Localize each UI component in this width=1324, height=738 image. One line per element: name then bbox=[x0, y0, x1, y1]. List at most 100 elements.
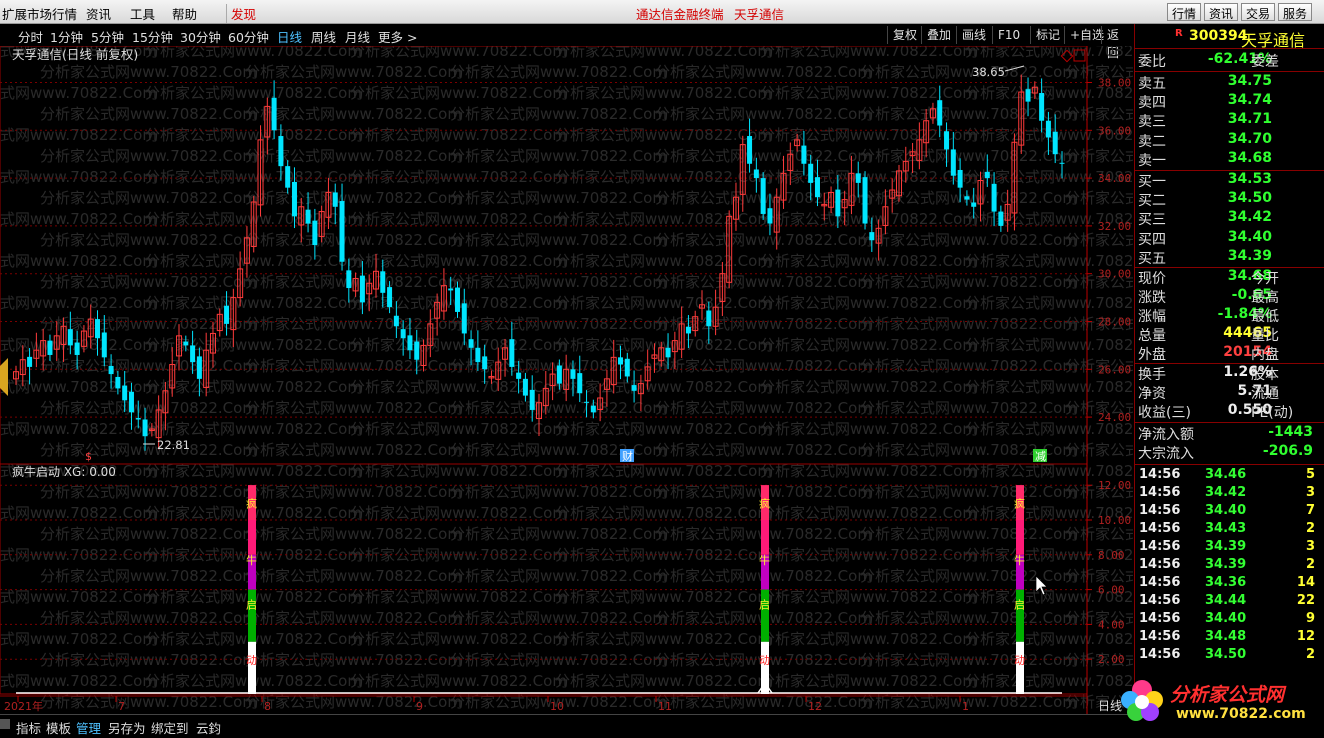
tab-cloud[interactable]: 云鈞 bbox=[196, 718, 221, 737]
flow-value: -206.9 bbox=[1262, 443, 1313, 459]
watermark-text: 分析家公式网www.70822.Com bbox=[450, 315, 667, 333]
tick-volume: 7 bbox=[1305, 503, 1315, 518]
signal-char: 牛 bbox=[1014, 553, 1025, 567]
watermark-text: 分析家公式网www.70822.Com bbox=[655, 273, 872, 291]
tick-time: 14:56 bbox=[1139, 593, 1181, 608]
tick-price: 34.50 bbox=[1205, 647, 1247, 662]
tick-volume: 5 bbox=[1305, 467, 1315, 482]
stat-row: 现价 34.68 今开 bbox=[1135, 268, 1319, 287]
chart-area[interactable]: 分析家公式网www.70822.Com 分析家公式网www.70822.Com 分析… bbox=[0, 46, 1133, 714]
candle-body-down bbox=[747, 136, 753, 164]
period-30min[interactable]: 30分钟 bbox=[180, 27, 221, 46]
candle-body-down bbox=[522, 378, 528, 396]
trade-button[interactable]: 交易 bbox=[1241, 3, 1276, 21]
period-5min[interactable]: 5分钟 bbox=[91, 27, 124, 46]
ask-level-2-value: 34.70 bbox=[1227, 130, 1272, 147]
mark-button[interactable]: 标记 bbox=[1030, 26, 1065, 44]
time-label: 10 bbox=[550, 700, 564, 713]
watermark-text: 分析家公式网www.70822.Com bbox=[350, 210, 567, 228]
menu-help[interactable]: 帮助 bbox=[172, 4, 197, 23]
y-tick-label: 24.00 bbox=[1098, 411, 1131, 424]
menu-discover[interactable]: 发现 bbox=[226, 4, 256, 23]
watermark-text: 分析家公式网www.70822.Com bbox=[245, 231, 462, 249]
tick-row: 14:56 34.43 2 bbox=[1135, 521, 1319, 539]
candle-body-down bbox=[190, 345, 196, 363]
tab-indicator[interactable]: 指标 bbox=[16, 718, 41, 737]
back-button[interactable]: 返回 bbox=[1101, 26, 1133, 60]
news-button[interactable]: 资讯 bbox=[1204, 3, 1239, 21]
tick-price: 34.40 bbox=[1205, 611, 1247, 626]
candle-body-down bbox=[577, 373, 583, 394]
menu-news[interactable]: 资讯 bbox=[86, 4, 111, 23]
signal-bar-segment bbox=[248, 641, 256, 694]
scroll-left-icon[interactable] bbox=[0, 719, 10, 729]
period-15min[interactable]: 15分钟 bbox=[132, 27, 173, 46]
stock-header: R 300394 天孚通信 bbox=[1135, 26, 1319, 50]
period-more[interactable]: 更多 > bbox=[378, 27, 417, 46]
service-button[interactable]: 服务 bbox=[1278, 3, 1313, 21]
ask-level-5-label: 卖五 bbox=[1138, 76, 1166, 92]
candle-body-down bbox=[312, 220, 318, 246]
candle-body-down bbox=[380, 271, 386, 293]
flow-row: 大宗流入 -206.9 bbox=[1135, 443, 1319, 462]
tab-manage[interactable]: 管理 bbox=[76, 718, 101, 737]
tick-time: 14:56 bbox=[1139, 611, 1181, 626]
watermark-text: 分析家公式网www.70822.Com bbox=[555, 46, 772, 60]
draw-button[interactable]: 画线 bbox=[956, 26, 991, 44]
watermark-text: 分析家公式网www.70822.Com bbox=[350, 420, 567, 438]
tab-template[interactable]: 模板 bbox=[46, 718, 71, 737]
bid-level-2-value: 34.50 bbox=[1227, 190, 1272, 207]
ask-level-1: 卖一 34.68 bbox=[1135, 150, 1319, 169]
tick-volume: 3 bbox=[1305, 485, 1315, 500]
watermark-text: 分析家公式网www.70822.Com bbox=[860, 147, 1077, 165]
quote-button[interactable]: 行情 bbox=[1167, 3, 1202, 21]
f10-button[interactable]: F10 bbox=[992, 26, 1025, 44]
tick-time: 14:56 bbox=[1139, 467, 1181, 482]
period-daily[interactable]: 日线 bbox=[277, 27, 302, 46]
overlay-button[interactable]: 叠加 bbox=[921, 26, 956, 44]
stat-row-right: 今开 bbox=[1251, 271, 1279, 287]
signal-char: 动 bbox=[759, 654, 770, 667]
fin-row-label: 收益(三) bbox=[1138, 405, 1191, 421]
stock-code: 300394 bbox=[1189, 28, 1248, 44]
watermark-text: 分析家公式网www.70822.Com bbox=[655, 357, 872, 375]
flow-row: 净流入额 -1443 bbox=[1135, 424, 1319, 443]
watermark-text: 分析家公式网www.70822.Com bbox=[655, 399, 872, 417]
candle-body-down bbox=[332, 192, 338, 207]
candle-body-down bbox=[998, 211, 1004, 226]
watermark-text: 分析家公式网www.70822.Com bbox=[350, 462, 567, 480]
watermark-text: 分析家公式网www.70822.Com bbox=[760, 546, 977, 564]
watermark-text: 分析家公式网www.70822.Com bbox=[555, 672, 772, 690]
period-weekly[interactable]: 周线 bbox=[311, 27, 336, 46]
candle-body-down bbox=[753, 169, 759, 179]
candle-body-down bbox=[271, 97, 277, 131]
margin-badge: R bbox=[1175, 28, 1183, 39]
ask-level-2-label: 卖二 bbox=[1138, 133, 1166, 150]
period-1min[interactable]: 1分钟 bbox=[50, 27, 83, 46]
tick-row: 14:56 34.42 3 bbox=[1135, 485, 1319, 503]
candle-body-down bbox=[584, 401, 590, 403]
candle-body-down bbox=[624, 358, 630, 377]
y-tick-label: 32.00 bbox=[1098, 220, 1131, 233]
candle-body-down bbox=[665, 347, 671, 358]
menu-tools[interactable]: 工具 bbox=[130, 4, 155, 23]
ask-level-3-value: 34.71 bbox=[1227, 111, 1272, 128]
y-tick-label: 38.00 bbox=[1098, 77, 1131, 90]
tick-time: 14:56 bbox=[1139, 575, 1181, 590]
candle-body-down bbox=[142, 419, 148, 437]
tab-bind-to[interactable]: 绑定到 bbox=[151, 718, 189, 737]
tick-time: 14:56 bbox=[1139, 521, 1181, 536]
adjust-button[interactable]: 复权 bbox=[887, 26, 922, 44]
watermark-text: 分析家公式网www.70822.Com bbox=[450, 651, 667, 669]
bid-level-5: 买五 34.39 bbox=[1135, 248, 1319, 267]
tab-save-as[interactable]: 另存为 bbox=[108, 718, 146, 737]
tick-row: 14:56 34.46 5 bbox=[1135, 467, 1319, 485]
period-monthly[interactable]: 月线 bbox=[345, 27, 370, 46]
menu-bar: 扩展市场行情 资讯 工具 帮助 发现 通达信金融终端 天孚通信 行情 资讯 交易… bbox=[0, 0, 1324, 24]
period-60min[interactable]: 60分钟 bbox=[228, 27, 269, 46]
watermark-text: 分析家公式网www.70822.Com bbox=[350, 168, 567, 186]
event-marker: $ bbox=[85, 450, 92, 463]
bid-level-2: 买二 34.50 bbox=[1135, 190, 1319, 209]
menu-extended-market[interactable]: 扩展市场行情 bbox=[2, 4, 77, 23]
period-intraday[interactable]: 分时 bbox=[18, 27, 43, 46]
